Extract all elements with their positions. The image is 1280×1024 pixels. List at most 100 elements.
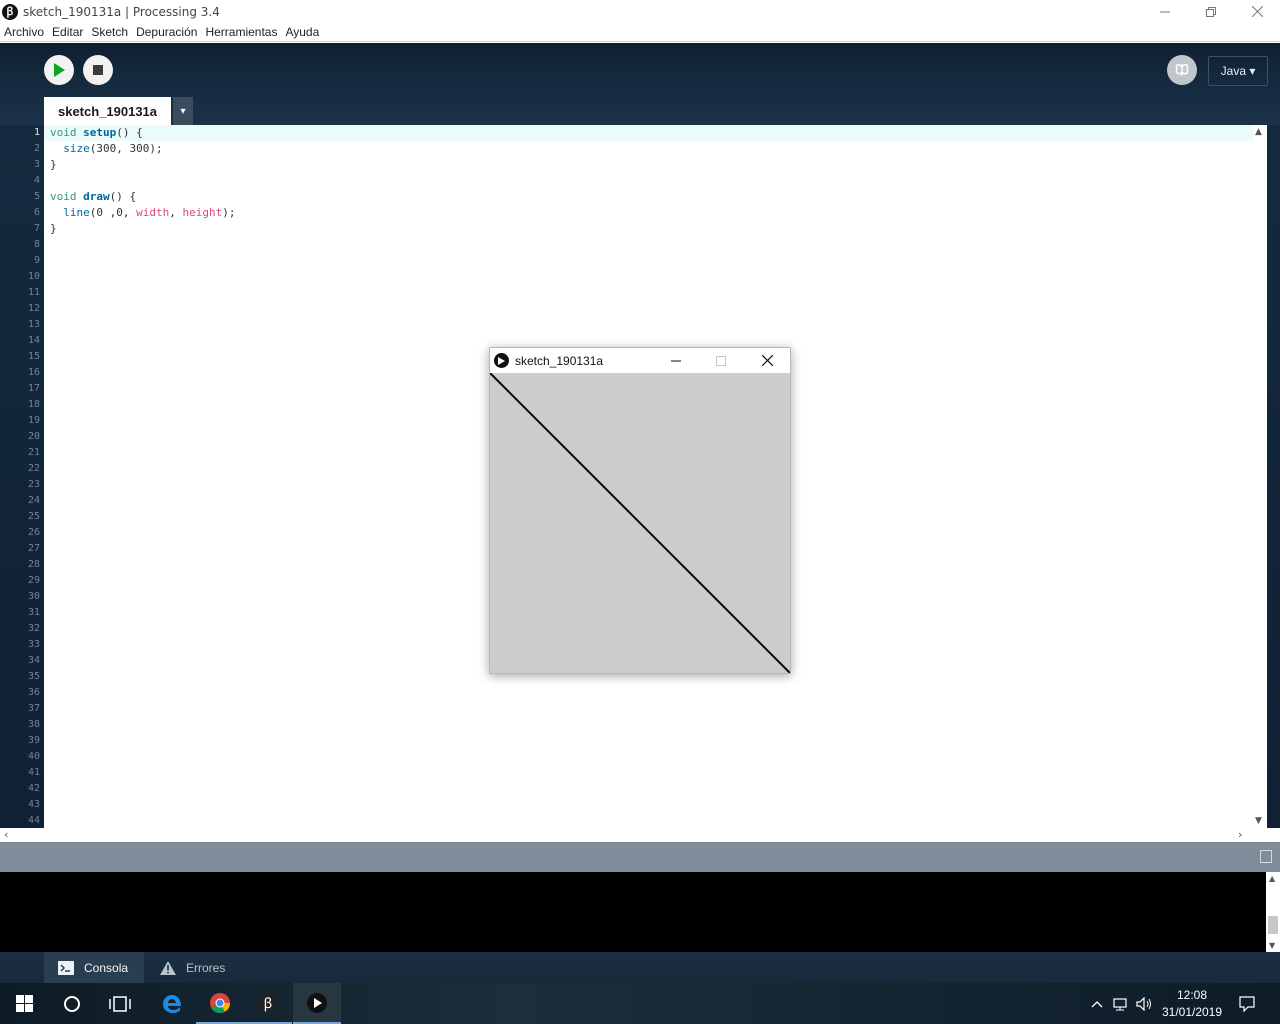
line-number: 37 (27, 703, 40, 714)
notification-icon (1239, 995, 1255, 1012)
status-bar (0, 842, 1280, 872)
menu-herramientas[interactable]: Herramientas (201, 25, 281, 39)
line-number: 36 (27, 687, 40, 698)
sketch-close-button[interactable] (745, 348, 789, 373)
code-token: size (63, 142, 90, 155)
line-number: 18 (27, 399, 40, 410)
tab-menu-button[interactable]: ▾ (173, 97, 193, 125)
code-token: height (182, 206, 223, 219)
line-number: 2 (33, 143, 40, 154)
clock-date: 31/01/2019 (1161, 1005, 1223, 1019)
restore-button[interactable] (1188, 0, 1234, 23)
stop-button[interactable] (83, 55, 113, 85)
network-button[interactable] (1110, 983, 1132, 1024)
clock-time: 12:08 (1176, 988, 1208, 1002)
sketch-maximize-button (699, 348, 743, 373)
line-number: 33 (27, 639, 40, 650)
scroll-down-icon[interactable]: ▼ (1255, 816, 1262, 826)
code-token: } (50, 158, 57, 171)
scroll-right-icon[interactable]: › (1238, 828, 1242, 841)
window-title: sketch_190131a | Processing 3.4 (23, 4, 220, 19)
tab-console[interactable]: Consola (44, 952, 144, 983)
bottom-tab-bar: Consola Errores (0, 952, 1280, 983)
line-number: 9 (33, 255, 40, 266)
line-number: 35 (27, 671, 40, 682)
line-number: 21 (27, 447, 40, 458)
code-line: void draw() { (44, 189, 1253, 205)
copy-console-icon[interactable] (1260, 850, 1272, 863)
code-token: setup (83, 126, 117, 139)
show-hidden-icons-button[interactable] (1086, 983, 1108, 1024)
code-line: } (44, 157, 1253, 173)
line-number: 28 (27, 559, 40, 570)
processing-icon: ꞵ (258, 992, 278, 1013)
line-number: 29 (27, 575, 40, 586)
system-clock[interactable]: 12:08 31/01/2019 (1160, 987, 1224, 1021)
console-scrollbar[interactable]: ▲ ▼ (1266, 872, 1280, 952)
menu-sketch[interactable]: Sketch (87, 25, 132, 39)
toolbar: Java ▾ sketch_190131a ▾ (0, 43, 1280, 125)
edge-icon (163, 994, 181, 1013)
console-scroll-thumb[interactable] (1268, 916, 1278, 934)
line-number: 7 (33, 223, 40, 234)
svg-text:ꞵ: ꞵ (264, 996, 273, 1012)
network-icon (1113, 997, 1127, 1010)
chrome-button[interactable] (196, 983, 244, 1024)
console-scroll-up-icon[interactable]: ▲ (1269, 874, 1275, 883)
line-number: 44 (27, 815, 40, 826)
scroll-up-icon[interactable]: ▲ (1255, 127, 1262, 137)
windows-start-button[interactable] (0, 983, 48, 1024)
code-token: void (50, 126, 84, 139)
editor-vertical-scrollbar[interactable]: ▲ ▼ (1253, 125, 1267, 828)
console-scroll-down-icon[interactable]: ▼ (1269, 941, 1275, 950)
edge-button[interactable] (148, 983, 196, 1024)
code-token: (300, 300); (89, 142, 163, 155)
processing-button[interactable]: ꞵ (244, 983, 292, 1024)
sketch-canvas[interactable] (490, 373, 790, 673)
mode-selector[interactable]: Java ▾ (1208, 56, 1268, 86)
code-token: (0 ,0, (89, 206, 137, 219)
menu-ayuda[interactable]: Ayuda (281, 25, 323, 39)
tab-errors[interactable]: Errores (146, 952, 240, 983)
minimize-icon (1160, 11, 1170, 12)
minimize-button[interactable] (1142, 0, 1188, 23)
code-token: draw (83, 190, 110, 203)
line-number: 25 (27, 511, 40, 522)
sketch-play-icon (494, 353, 509, 368)
code-token: } (50, 222, 57, 235)
console-prompt-icon (58, 960, 74, 975)
code-token: ); (222, 206, 236, 219)
line-number: 31 (27, 607, 40, 618)
line-number: 20 (27, 431, 40, 442)
menu-editar[interactable]: Editar (48, 25, 87, 39)
editor-horizontal-scrollbar[interactable]: ‹ › (0, 828, 1253, 842)
tab-sketch[interactable]: sketch_190131a (44, 97, 171, 125)
line-number: 26 (27, 527, 40, 538)
cortana-search-button[interactable] (48, 983, 96, 1024)
line-number: 32 (27, 623, 40, 634)
menu-archivo[interactable]: Archivo (0, 25, 48, 39)
menu-depuracion[interactable]: Depuración (132, 25, 201, 39)
line-number: 43 (27, 799, 40, 810)
debug-button[interactable] (1167, 55, 1197, 85)
sketch-runner-button[interactable] (293, 983, 341, 1024)
action-center-button[interactable] (1232, 983, 1262, 1024)
scroll-left-icon[interactable]: ‹ (4, 828, 8, 841)
task-view-button[interactable] (96, 983, 144, 1024)
line-number: 13 (27, 319, 40, 330)
line-number: 24 (27, 495, 40, 506)
restore-icon (1206, 6, 1216, 17)
line-number: 42 (27, 783, 40, 794)
console-output[interactable] (0, 872, 1266, 952)
tab-errors-label: Errores (186, 960, 226, 975)
sketch-title-bar[interactable]: sketch_190131a (490, 348, 790, 373)
line-number: 39 (27, 735, 40, 746)
run-button[interactable] (44, 55, 74, 85)
line-number: 6 (33, 207, 40, 218)
sketch-drawn-line (490, 373, 790, 673)
line-number: 10 (27, 271, 40, 282)
sketch-minimize-button[interactable] (654, 348, 698, 373)
close-button[interactable] (1234, 0, 1280, 23)
volume-button[interactable] (1134, 983, 1156, 1024)
